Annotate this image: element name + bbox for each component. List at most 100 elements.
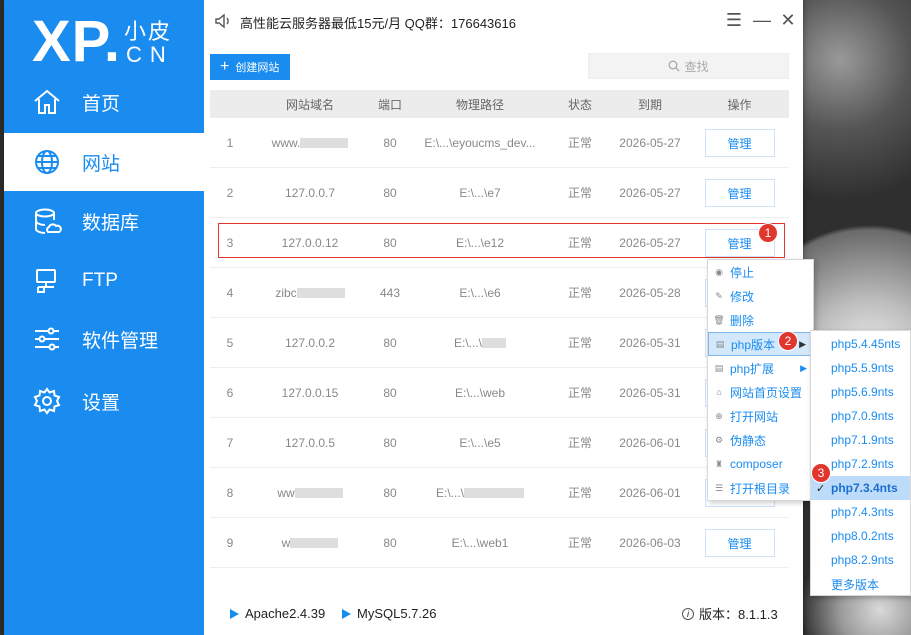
- ftp-icon: [36, 269, 56, 293]
- php-version-label: php7.4.3nts: [831, 505, 894, 519]
- table-row: 8ww80E:\...\正常2026-06-01管理: [210, 468, 789, 518]
- context-menu-item[interactable]: ♜ composer: [708, 452, 813, 476]
- php-version-item[interactable]: php7.1.9nts: [811, 428, 910, 452]
- cell-status-text: 正常: [567, 536, 592, 550]
- table-row: 4zibc443E:\...\e6正常2026-05-28管理: [210, 268, 789, 318]
- rewrite-icon: ⚙: [714, 434, 724, 445]
- php-version-item[interactable]: php5.5.9nts: [811, 356, 910, 380]
- highlight-row-3: [218, 223, 785, 258]
- notice-text: 高性能云服务器最低15元/月 QQ群：176643616: [240, 16, 516, 31]
- home-icon: [34, 89, 60, 114]
- cell-path-text: E:\...\e5: [459, 435, 501, 450]
- cell-port-text: 80: [383, 335, 397, 350]
- mysql-status[interactable]: MySQL5.7.26: [342, 606, 437, 621]
- cell-path: E:\...\e6: [410, 286, 550, 300]
- context-menu-item[interactable]: 🗑 删除: [708, 308, 813, 332]
- sidebar-item-database[interactable]: 数据库: [4, 192, 204, 250]
- cell-status: 正常: [550, 484, 610, 501]
- context-menu-item[interactable]: ▤ php扩展 ▶: [708, 356, 813, 380]
- cell-path: E:\...\web1: [410, 536, 550, 550]
- context-menu-label: composer: [730, 457, 783, 471]
- cell-status: 正常: [550, 384, 610, 401]
- cell-port: 80: [370, 436, 410, 450]
- cell-domain: zibc: [250, 286, 370, 300]
- context-menu-item[interactable]: ✎ 修改: [708, 284, 813, 308]
- search-icon: [668, 60, 680, 72]
- create-site-button[interactable]: + 创建网站: [210, 54, 290, 80]
- cell-domain: 127.0.0.7: [250, 186, 370, 200]
- php-version-item[interactable]: php7.0.9nts: [811, 404, 910, 428]
- php-version-item[interactable]: php8.0.2nts: [811, 524, 910, 548]
- cell-expire: 2026-05-27: [610, 186, 690, 200]
- site-table: 网站域名 端口 物理路径 状态 到期 操作 1 www. 80 E:\...\eyou…: [210, 90, 789, 568]
- context-menu-label: 删除: [730, 313, 755, 328]
- context-menu-item[interactable]: ☰ 打开根目录: [708, 476, 813, 500]
- cell-port: 80: [370, 186, 410, 200]
- php-version-label: php7.0.9nts: [831, 409, 894, 423]
- cell-port-text: 80: [383, 185, 397, 200]
- php-version-item[interactable]: php5.6.9nts: [811, 380, 910, 404]
- php-version-item[interactable]: php7.4.3nts: [811, 500, 910, 524]
- cell-status: 正常: [550, 534, 610, 551]
- cell-no-text: 6: [226, 385, 234, 400]
- sliders-icon: [35, 327, 59, 351]
- context-menu-item[interactable]: ⊕ 打开网站: [708, 404, 813, 428]
- redacted-block: [294, 488, 343, 499]
- version-info: i 版本：8.1.1.3: [682, 604, 778, 623]
- manage-button[interactable]: 管理: [704, 178, 775, 207]
- cell-no-text: 8: [226, 485, 234, 500]
- sidebar-item-label: 首页: [82, 93, 121, 115]
- php-version-label: php7.3.4nts: [831, 481, 898, 495]
- close-button[interactable]: ✕: [778, 10, 798, 30]
- context-menu-item[interactable]: ⚙ 伪静态: [708, 428, 813, 452]
- play-icon: [230, 608, 239, 619]
- table-header: 网站域名 端口 物理路径 状态 到期 操作: [210, 90, 789, 118]
- cell-expire-text: 2026-05-31: [619, 385, 681, 400]
- php-version-item[interactable]: 更多版本: [811, 572, 910, 596]
- php-version-item[interactable]: php8.2.9nts: [811, 548, 910, 572]
- context-menu-item[interactable]: ◉ 停止: [708, 260, 813, 284]
- cell-domain: 127.0.0.15: [250, 386, 370, 400]
- cell-no-text: 4: [226, 285, 234, 300]
- cell-port-text: 80: [383, 535, 397, 550]
- sidebar-item-settings[interactable]: 设置: [4, 372, 204, 430]
- apache-label: Apache2.4.39: [245, 606, 326, 621]
- cell-port: 80: [370, 386, 410, 400]
- search-input[interactable]: 查找: [588, 53, 789, 79]
- cell-status: 正常: [550, 134, 610, 151]
- manage-button[interactable]: 管理: [704, 128, 775, 157]
- php-version-label: 更多版本: [831, 577, 880, 592]
- cell-no: 7: [210, 436, 250, 450]
- cell-domain: 127.0.0.5: [250, 436, 370, 450]
- cell-domain-text: www.: [271, 135, 301, 150]
- cell-port: 80: [370, 136, 410, 150]
- context-menu-label: 伪静态: [730, 433, 767, 448]
- cell-port: 443: [370, 286, 410, 300]
- apache-status[interactable]: Apache2.4.39: [230, 606, 325, 621]
- sidebar-item-ftp[interactable]: FTP: [4, 252, 204, 310]
- cell-expire: 2026-06-03: [610, 536, 690, 550]
- manage-button[interactable]: 管理: [704, 528, 775, 557]
- php-version-label: php8.0.2nts: [831, 529, 894, 543]
- sidebar-item-label: 网站: [82, 153, 121, 175]
- cell-status: 正常: [550, 334, 610, 351]
- cell-status-text: 正常: [567, 136, 592, 150]
- cell-no-text: 9: [226, 535, 234, 550]
- cell-no: 6: [210, 386, 250, 400]
- php-version-item[interactable]: php5.4.45nts: [811, 332, 910, 356]
- cell-domain-text: zibc: [275, 285, 297, 300]
- minimize-button[interactable]: —: [752, 10, 772, 30]
- sidebar-item-website[interactable]: 网站: [4, 133, 204, 191]
- context-menu-item[interactable]: ⌂ 网站首页设置: [708, 380, 813, 404]
- cell-no: 9: [210, 536, 250, 550]
- table-row: 1 www. 80 E:\...\eyoucms_dev... 正常 2026-05-27…: [210, 118, 789, 168]
- redacted-block: [296, 288, 345, 299]
- sidebar-item-home[interactable]: 首页: [4, 73, 204, 131]
- cell-status-text: 正常: [567, 436, 592, 450]
- folder-list-icon: ☰: [714, 482, 724, 493]
- cell-action: 管理: [690, 128, 789, 157]
- sidebar-item-software[interactable]: 软件管理: [4, 310, 204, 368]
- context-menu-label: 打开根目录: [730, 481, 791, 496]
- col-header-action: 操作: [727, 97, 752, 112]
- menu-icon[interactable]: ☰: [724, 10, 744, 30]
